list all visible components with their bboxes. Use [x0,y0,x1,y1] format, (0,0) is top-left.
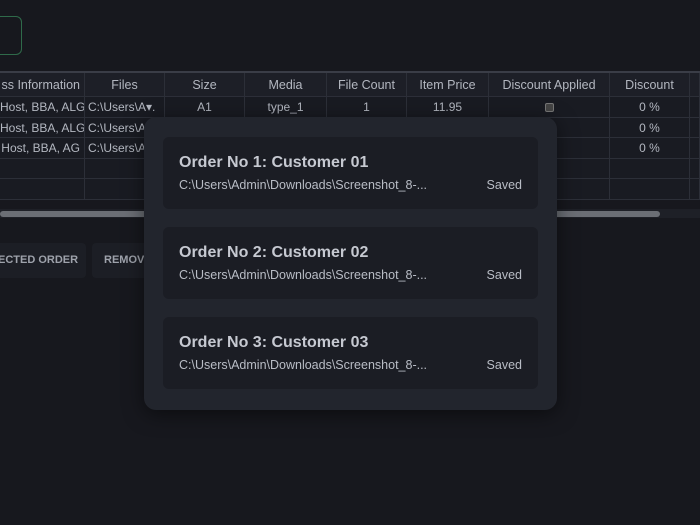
order-status: Saved [487,358,522,372]
order-status: Saved [487,268,522,282]
header-extra [690,73,700,96]
order-card[interactable]: Order No 1: Customer 01 C:\Users\Admin\D… [163,137,538,209]
cell-size[interactable]: A1 [165,97,245,117]
cell-files-dropdown[interactable]: C:\Users\A▾. [85,97,165,117]
table-header: ss Information Files Size Media File Cou… [0,73,700,97]
cell-address[interactable]: Host, BBA, ALG, [0,97,85,117]
header-file-count[interactable]: File Count [327,73,407,96]
cell-file-count[interactable]: 1 [327,97,407,117]
header-discount[interactable]: Discount [610,73,690,96]
cell-item-price[interactable]: 11.95 [407,97,489,117]
cell-extra [690,118,700,138]
cell-discount-applied [489,97,610,117]
order-status: Saved [487,178,522,192]
order-path: C:\Users\Admin\Downloads\Screenshot_8-..… [179,178,427,192]
order-title: Order No 3: Customer 03 [179,334,368,352]
order-path: C:\Users\Admin\Downloads\Screenshot_8-..… [179,358,427,372]
header-media[interactable]: Media [245,73,327,96]
discount-applied-checkbox[interactable] [545,103,554,112]
order-path: C:\Users\Admin\Downloads\Screenshot_8-..… [179,268,427,282]
header-size[interactable]: Size [165,73,245,96]
header-discount-applied[interactable]: Discount Applied [489,73,610,96]
cell-discount[interactable]: 0 % [610,118,690,138]
header-files[interactable]: Files [85,73,165,96]
cell-address[interactable]: Host, BBA, ALG, [0,118,85,138]
order-title: Order No 1: Customer 01 [179,154,368,172]
table-row[interactable]: Host, BBA, ALG, C:\Users\A▾. A1 type_1 1… [0,97,700,118]
cell-extra [690,97,700,117]
order-title: Order No 2: Customer 02 [179,244,368,262]
cell-extra [690,138,700,158]
cell-media[interactable]: type_1 [245,97,327,117]
header-address-information[interactable]: ss Information [0,73,85,96]
cell-discount[interactable]: 0 % [610,138,690,158]
cell-address[interactable]: Host, BBA, AG [0,138,85,158]
cell-discount[interactable]: 0 % [610,97,690,117]
order-card[interactable]: Order No 3: Customer 03 C:\Users\Admin\D… [163,317,538,389]
header-item-price[interactable]: Item Price [407,73,489,96]
selected-order-button[interactable]: ECTED ORDER [0,243,86,278]
saved-orders-popup: Order No 1: Customer 01 C:\Users\Admin\D… [144,117,557,410]
order-card[interactable]: Order No 2: Customer 02 C:\Users\Admin\D… [163,227,538,299]
top-action-button[interactable] [0,16,22,55]
